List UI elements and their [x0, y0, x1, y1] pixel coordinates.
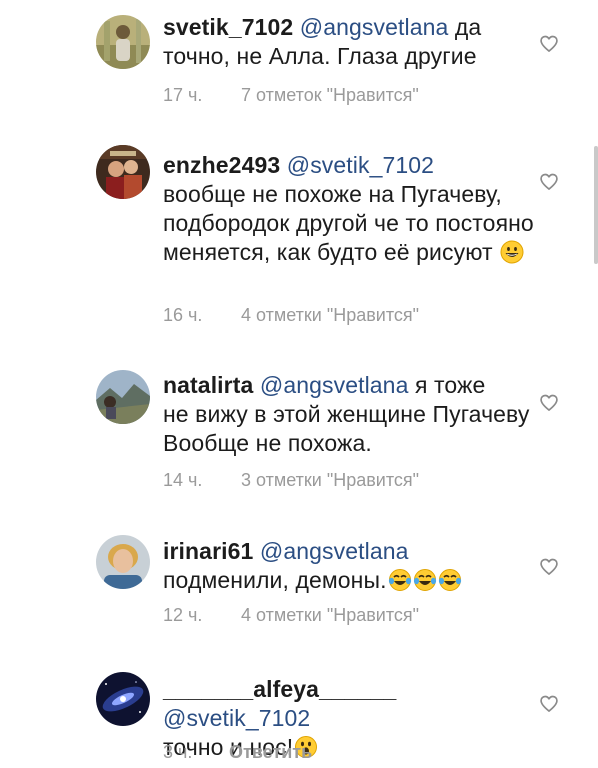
comment-username[interactable]: enzhe2493: [163, 152, 280, 178]
heart-outline-icon[interactable]: [539, 694, 559, 714]
comment-meta: 12 ч. 4 отметки "Нравится": [163, 605, 419, 626]
comment-time: 16 ч.: [163, 305, 203, 325]
comment-mention[interactable]: @angsvetlana: [260, 372, 409, 398]
heart-outline-icon[interactable]: [539, 172, 559, 192]
comment-text: точно, не Алла. Глаза другие: [163, 43, 477, 69]
comment-body: svetik_7102 @angsvetlana да точно, не Ал…: [163, 13, 540, 71]
comment-mention[interactable]: @svetik_7102: [287, 152, 434, 178]
reply-button[interactable]: Ответить: [229, 742, 312, 763]
avatar[interactable]: [96, 370, 150, 424]
comment-text: подменили, демоны.: [163, 567, 387, 593]
comment-time: 17 ч.: [163, 85, 203, 105]
avatar[interactable]: [96, 535, 150, 589]
comment-likes[interactable]: 7 отметок "Нравится": [241, 85, 419, 106]
comment-meta: 17 ч. 7 отметок "Нравится": [163, 85, 419, 106]
comment-mention[interactable]: @angsvetlana: [260, 538, 409, 564]
comment-meta: 14 ч. 3 отметки "Нравится": [163, 470, 419, 491]
comment-username[interactable]: natalirta: [163, 372, 253, 398]
comment-text: да: [448, 14, 482, 40]
comment-text: вообще не похоже на Пугачеву, подбородок…: [163, 181, 534, 265]
avatar[interactable]: [96, 145, 150, 199]
scrollbar[interactable]: [594, 146, 598, 264]
heart-outline-icon[interactable]: [539, 34, 559, 54]
avatar[interactable]: [96, 15, 150, 69]
heart-outline-icon[interactable]: [539, 393, 559, 413]
comment-username[interactable]: irinari61: [163, 538, 253, 564]
tears-of-joy-emoji: [388, 569, 411, 591]
comment-text: не вижу в этой женщине Пугачеву Вообще н…: [163, 401, 530, 456]
comment-time: 12 ч.: [163, 605, 203, 625]
heart-outline-icon[interactable]: [539, 557, 559, 577]
comment-likes[interactable]: 4 отметки "Нравится": [241, 305, 419, 326]
tears-of-joy-emoji: [438, 569, 461, 591]
comment-time: 14 ч.: [163, 470, 203, 490]
comment-username[interactable]: svetik_7102: [163, 14, 293, 40]
comment-time: 3 ч.: [163, 742, 193, 762]
tears-of-joy-emoji: [413, 569, 436, 591]
comment-meta: 3 ч. Ответить: [163, 742, 312, 763]
comment-body: enzhe2493 @svetik_7102 вообще не похоже …: [163, 151, 540, 267]
comment-mention[interactable]: @angsvetlana: [300, 14, 449, 40]
comment-text: я тоже: [408, 372, 486, 398]
comment-username[interactable]: _______alfeya______: [163, 676, 396, 702]
comment-meta: 16 ч. 4 отметки "Нравится": [163, 305, 419, 326]
comment-body: natalirta @angsvetlana я тоже не вижу в …: [163, 371, 540, 458]
avatar[interactable]: [96, 672, 150, 726]
grinning-face-emoji: [500, 240, 524, 264]
comment-body: irinari61 @angsvetlana подменили, демоны…: [163, 537, 540, 595]
comment-likes[interactable]: 3 отметки "Нравится": [241, 470, 419, 491]
comment-likes[interactable]: 4 отметки "Нравится": [241, 605, 419, 626]
comment-mention[interactable]: @svetik_7102: [163, 705, 310, 731]
